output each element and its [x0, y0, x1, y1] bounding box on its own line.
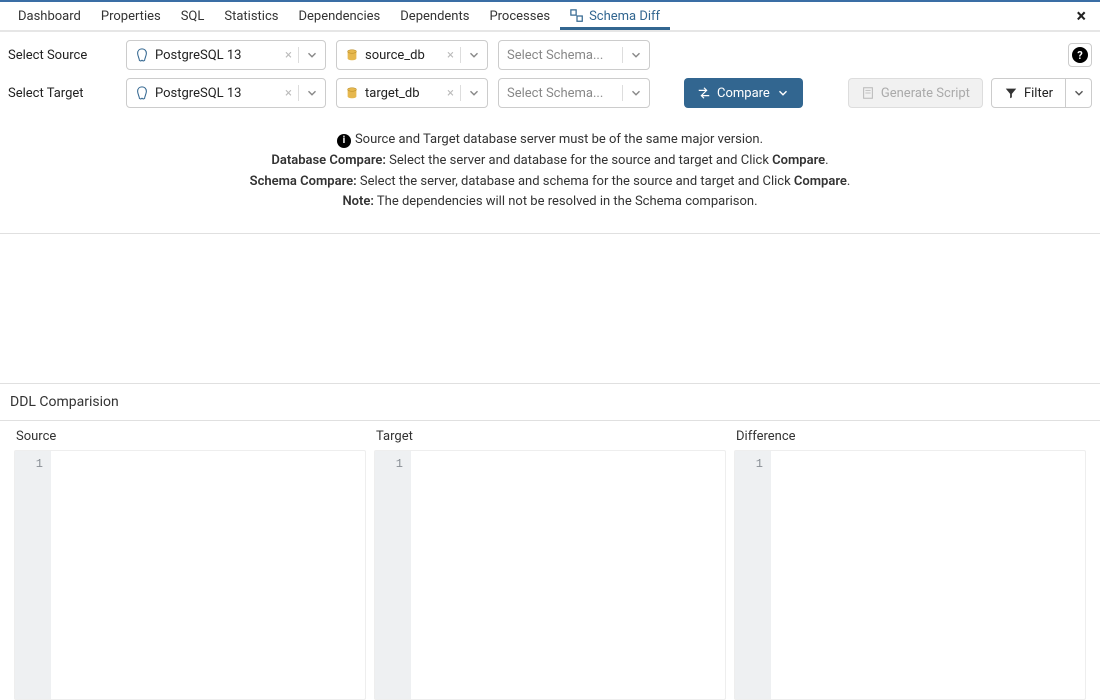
separator — [622, 85, 623, 101]
postgres-icon — [135, 86, 149, 100]
file-icon — [861, 86, 875, 100]
help-icon: ? — [1072, 47, 1088, 63]
clear-icon[interactable]: × — [285, 48, 292, 63]
chevron-down-icon[interactable] — [305, 86, 319, 100]
tab-statistics[interactable]: Statistics — [214, 3, 288, 30]
info-notes: i Source and Target database server must … — [8, 116, 1092, 233]
chevron-down-icon — [1072, 86, 1086, 100]
tab-schema-diff[interactable]: Schema Diff — [560, 3, 670, 30]
ddl-col-difference: Difference 1 — [730, 421, 1090, 700]
separator — [460, 47, 461, 63]
compare-icon — [570, 9, 584, 23]
info-icon: i — [337, 134, 351, 148]
chevron-down-icon[interactable] — [305, 48, 319, 62]
filter-icon — [1004, 86, 1018, 100]
target-schema-select[interactable]: Select Schema... — [498, 78, 650, 108]
target-server-value: PostgreSQL 13 — [155, 86, 279, 101]
tab-properties[interactable]: Properties — [91, 3, 171, 30]
tab-dependents[interactable]: Dependents — [390, 3, 479, 30]
ddl-col-source: Source 1 — [10, 421, 370, 700]
compare-button[interactable]: Compare — [684, 78, 803, 108]
clear-icon[interactable]: × — [447, 48, 454, 63]
chevron-down-icon[interactable] — [467, 48, 481, 62]
compare-arrows-icon — [697, 86, 711, 100]
tab-schema-diff-label: Schema Diff — [589, 9, 660, 24]
chevron-down-icon[interactable] — [467, 86, 481, 100]
ddl-col-difference-title: Difference — [734, 421, 1086, 450]
note-label: Note: — [342, 194, 373, 209]
filter-button[interactable]: Filter — [991, 78, 1066, 108]
source-schema-placeholder: Select Schema... — [507, 48, 616, 63]
source-db-select[interactable]: source_db × — [336, 40, 488, 70]
database-compare-text: Select the server and database for the s… — [386, 153, 772, 168]
target-db-value: target_db — [365, 86, 441, 101]
postgres-icon — [135, 48, 149, 62]
line-gutter: 1 — [375, 451, 411, 699]
schema-compare-label: Schema Compare: — [250, 174, 357, 189]
selection-panel: Select Source PostgreSQL 13 × source_db … — [0, 32, 1100, 234]
note-text: The dependencies will not be resolved in… — [374, 194, 758, 209]
close-icon[interactable]: × — [1070, 4, 1092, 29]
target-code-box[interactable]: 1 — [374, 450, 726, 700]
period: . — [847, 174, 850, 189]
separator — [460, 85, 461, 101]
compare-word: Compare — [772, 153, 825, 168]
filter-button-group: Filter — [991, 78, 1092, 108]
help-button[interactable]: ? — [1068, 43, 1092, 67]
filter-label: Filter — [1024, 86, 1053, 101]
target-schema-placeholder: Select Schema... — [507, 86, 616, 101]
ddl-section: DDL Comparision Source 1 Target 1 Differ… — [0, 384, 1100, 700]
tab-dashboard[interactable]: Dashboard — [8, 3, 91, 30]
tab-bar: Dashboard Properties SQL Statistics Depe… — [0, 2, 1100, 32]
schema-compare-text: Select the server, database and schema f… — [357, 174, 794, 189]
filter-dropdown[interactable] — [1066, 78, 1092, 108]
ddl-col-target-title: Target — [374, 421, 726, 450]
tab-processes[interactable]: Processes — [479, 3, 560, 30]
select-source-label: Select Source — [8, 48, 116, 63]
tab-sql[interactable]: SQL — [171, 3, 215, 30]
source-db-value: source_db — [365, 48, 441, 63]
generate-script-label: Generate Script — [881, 86, 970, 101]
target-db-select[interactable]: target_db × — [336, 78, 488, 108]
ddl-col-source-title: Source — [14, 421, 366, 450]
line-gutter: 1 — [735, 451, 771, 699]
separator — [622, 47, 623, 63]
database-icon — [345, 86, 359, 100]
line-gutter: 1 — [15, 451, 51, 699]
source-server-value: PostgreSQL 13 — [155, 48, 279, 63]
separator — [298, 85, 299, 101]
source-server-select[interactable]: PostgreSQL 13 × — [126, 40, 326, 70]
period: . — [825, 153, 828, 168]
source-code-box[interactable]: 1 — [14, 450, 366, 700]
source-schema-select[interactable]: Select Schema... — [498, 40, 650, 70]
target-server-select[interactable]: PostgreSQL 13 × — [126, 78, 326, 108]
tab-dependencies[interactable]: Dependencies — [288, 3, 390, 30]
database-compare-label: Database Compare: — [271, 153, 386, 168]
ddl-col-target: Target 1 — [370, 421, 730, 700]
compare-word: Compare — [794, 174, 847, 189]
select-target-label: Select Target — [8, 86, 116, 101]
chevron-down-icon — [776, 86, 790, 100]
compare-button-label: Compare — [717, 86, 770, 101]
clear-icon[interactable]: × — [285, 86, 292, 101]
chevron-down-icon[interactable] — [629, 86, 643, 100]
database-icon — [345, 48, 359, 62]
chevron-down-icon[interactable] — [629, 48, 643, 62]
clear-icon[interactable]: × — [447, 86, 454, 101]
note-version: Source and Target database server must b… — [355, 132, 763, 147]
separator — [298, 47, 299, 63]
difference-code-box[interactable]: 1 — [734, 450, 1086, 700]
generate-script-button: Generate Script — [848, 78, 983, 108]
ddl-title: DDL Comparision — [0, 384, 1100, 421]
results-area — [0, 234, 1100, 384]
